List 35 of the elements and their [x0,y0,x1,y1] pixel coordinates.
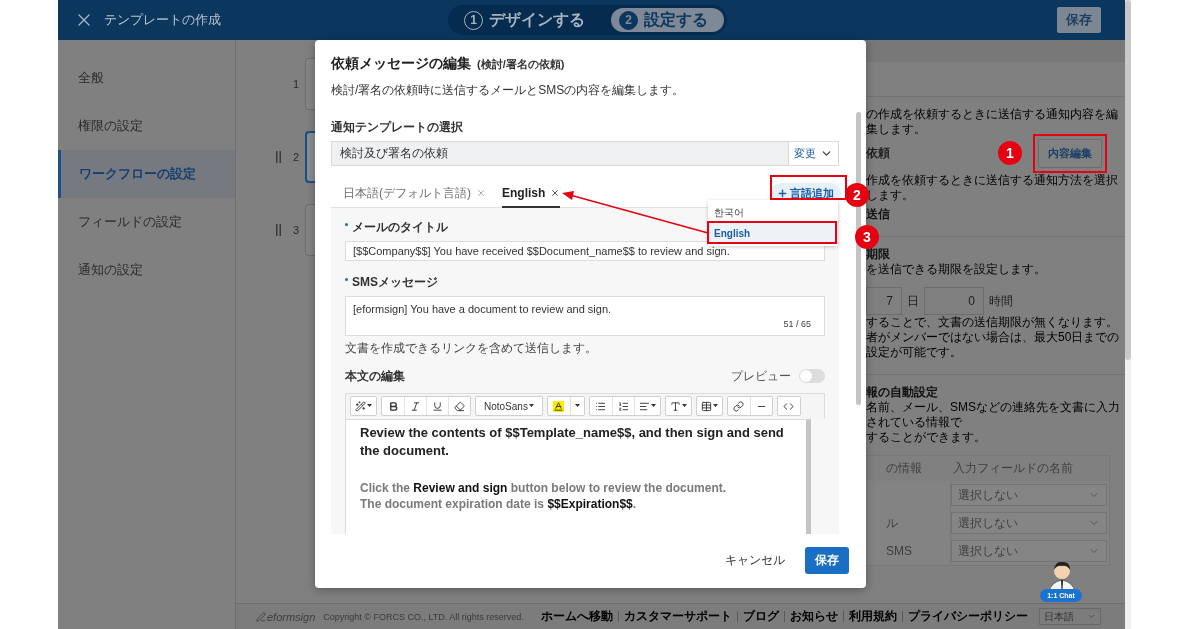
unit-label: 日 [907,292,919,310]
step-number: 1 [291,78,301,90]
step-marker: 1 [998,141,1022,165]
description-text: を送信できる期限を設定します。 [866,262,1047,277]
setting-label: 依頼 [866,144,890,162]
table-cell: SMS [886,544,912,558]
body-heading: Review the contents of $$Template_name$$, and then sign and send the document. [360,423,785,460]
page-title: テンプレートの作成 [104,11,221,29]
select-value: 検討及び署名の依頼 [339,144,449,162]
section-heading: 送信 [866,206,891,222]
hint-text: 文書を作成できるリンクを含めて送信します。 [345,339,598,357]
field-label: 通知テンプレートの選択 [331,119,464,136]
section-heading: 報の自動設定 [866,384,939,400]
unit-label: 時間 [989,292,1013,310]
step-number: 2 [291,151,301,163]
description-text: することができます。 [866,430,987,445]
body-text: Click the Review and sign button below to review the document. [360,479,728,496]
description-text: することで、文書の送信期限が無くなります。 [866,315,1119,330]
table-cell: ル [886,514,898,532]
logo: eformsign [256,610,316,623]
section-heading: 期限 [866,246,891,262]
field-label: 本文の編集 [345,367,405,385]
step-number: 3 [291,224,301,236]
description-text: 者がメンバーではない場合は、最大50日までの設定が可能です。 [866,330,1120,360]
preview-label: プレビュー [731,367,791,385]
char-counter: 51 / 65 [783,318,811,329]
dialog-subtitle: (検討/署名の依頼) [477,57,565,72]
dialog-description: 検討/署名の依頼時に送信するメールとSMSの内容を編集します。 [331,82,686,99]
description-text: の作成を依頼するときに送信する通知内容を編集します。 [866,107,1119,137]
body-text: The document expiration date is $$Expiration$$. [360,495,638,512]
dialog-title: 依頼メッセージの編集 [331,55,471,73]
field-label: SMSメッセージ [345,274,825,292]
step-number: 2 [619,10,638,30]
description-text: 名前、メール、SMSなどの連絡先を文書に入力されている情報で [866,400,1120,430]
description-text: 作成を依頼するときに送信する通知方法を選択します。 [866,173,1119,203]
